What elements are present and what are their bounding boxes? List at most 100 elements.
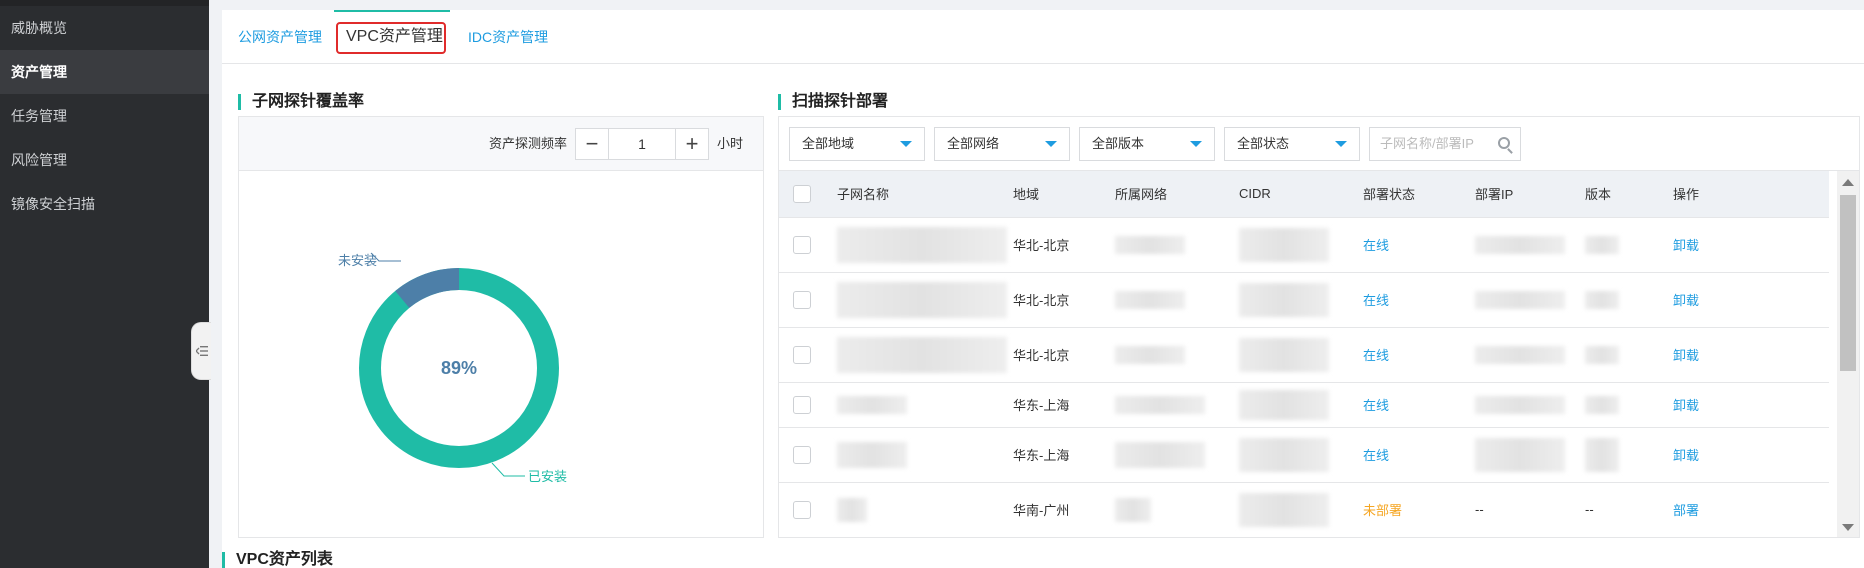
redacted-version bbox=[1585, 290, 1619, 309]
select-all-checkbox[interactable] bbox=[793, 184, 811, 203]
status-filter[interactable]: 全部状态 bbox=[1224, 127, 1360, 161]
row-status: 在线 bbox=[1363, 426, 1475, 482]
coverage-section-title: 子网探针覆盖率 bbox=[238, 92, 364, 112]
main-panel: 公网资产管理 VPC资产管理 IDC资产管理 子网探针覆盖率 扫描探针部署 资产… bbox=[222, 10, 1864, 568]
installed-leader-line bbox=[491, 462, 525, 477]
sidebar-item-asset-management[interactable]: 资产管理 bbox=[0, 50, 209, 94]
redacted-ip bbox=[1475, 235, 1565, 254]
chevron-down-icon bbox=[900, 141, 912, 147]
tab-idc-assets[interactable]: IDC资产管理 bbox=[468, 10, 548, 64]
sidebar: 威胁概览 资产管理 任务管理 风险管理 镜像安全扫描 bbox=[0, 0, 209, 568]
collapse-icon bbox=[195, 346, 208, 356]
row-action-link[interactable]: 卸载 bbox=[1673, 326, 1829, 382]
redacted-network bbox=[1115, 395, 1205, 414]
not-installed-label: 未安装 bbox=[338, 253, 377, 268]
scroll-up-icon[interactable] bbox=[1842, 179, 1854, 186]
search-input[interactable]: 子网名称/部署IP bbox=[1369, 127, 1521, 161]
search-icon[interactable] bbox=[1498, 137, 1510, 149]
table-row: 华北-北京 在线 卸载 bbox=[779, 271, 1829, 327]
version-filter-value: 全部版本 bbox=[1092, 136, 1145, 151]
redacted-ip bbox=[1475, 345, 1565, 364]
scroll-down-icon[interactable] bbox=[1842, 524, 1854, 531]
network-filter-value: 全部网络 bbox=[947, 136, 1000, 151]
row-action-link[interactable]: 卸载 bbox=[1673, 271, 1829, 327]
sidebar-item-task-management[interactable]: 任务管理 bbox=[0, 94, 209, 138]
redacted-subnet-name bbox=[837, 281, 1007, 318]
redacted-version bbox=[1585, 235, 1619, 254]
region-filter[interactable]: 全部地域 bbox=[789, 127, 925, 161]
redacted-version bbox=[1585, 395, 1619, 414]
sidebar-item-image-scan[interactable]: 镜像安全扫描 bbox=[0, 182, 209, 226]
col-cidr: CIDR bbox=[1239, 171, 1363, 217]
row-status: 在线 bbox=[1363, 381, 1475, 427]
row-status: 在线 bbox=[1363, 271, 1475, 327]
redacted-network bbox=[1115, 235, 1185, 254]
redacted-ip bbox=[1475, 437, 1565, 472]
redacted-network bbox=[1115, 441, 1205, 468]
sidebar-collapse-handle[interactable] bbox=[191, 322, 211, 380]
row-action-link[interactable]: 卸载 bbox=[1673, 381, 1829, 427]
redacted-version bbox=[1585, 437, 1619, 472]
redacted-ip bbox=[1475, 290, 1565, 309]
row-deploy-ip: -- bbox=[1475, 481, 1585, 537]
row-region: 华东-上海 bbox=[1013, 426, 1115, 482]
row-checkbox[interactable] bbox=[793, 395, 811, 414]
redacted-ip bbox=[1475, 395, 1565, 414]
redacted-cidr bbox=[1239, 389, 1329, 420]
decrement-button[interactable]: − bbox=[576, 129, 609, 159]
redacted-cidr bbox=[1239, 282, 1329, 317]
deploy-panel: 全部地域 全部网络 全部版本 全部状态 子网名称/部署IP 子网名称 地域 所属… bbox=[778, 116, 1860, 538]
tab-vpc-assets[interactable]: VPC资产管理 bbox=[346, 10, 443, 64]
redacted-version bbox=[1585, 345, 1619, 364]
redacted-network bbox=[1115, 497, 1151, 522]
row-checkbox[interactable] bbox=[793, 445, 811, 464]
chevron-down-icon bbox=[1190, 141, 1202, 147]
status-filter-value: 全部状态 bbox=[1237, 136, 1290, 151]
sidebar-item-threat-overview[interactable]: 威胁概览 bbox=[0, 6, 209, 50]
redacted-network bbox=[1115, 345, 1185, 364]
frequency-stepper: − + bbox=[575, 128, 709, 160]
table-scrollbar[interactable] bbox=[1837, 171, 1859, 537]
row-region: 华南-广州 bbox=[1013, 481, 1115, 537]
sidebar-item-risk-management[interactable]: 风险管理 bbox=[0, 138, 209, 182]
row-checkbox[interactable] bbox=[793, 500, 811, 519]
col-region: 地域 bbox=[1013, 171, 1115, 217]
deploy-table: 子网名称 地域 所属网络 CIDR 部署状态 部署IP 版本 操作 华北-北京 bbox=[779, 171, 1829, 537]
tab-public-assets[interactable]: 公网资产管理 bbox=[238, 10, 322, 64]
row-status: 在线 bbox=[1363, 216, 1475, 272]
deploy-section-title: 扫描探针部署 bbox=[778, 92, 888, 112]
network-filter[interactable]: 全部网络 bbox=[934, 127, 1070, 161]
row-region: 华北-北京 bbox=[1013, 271, 1115, 327]
filter-bar: 全部地域 全部网络 全部版本 全部状态 子网名称/部署IP bbox=[779, 117, 1859, 171]
search-placeholder: 子网名称/部署IP bbox=[1380, 136, 1474, 151]
row-version: -- bbox=[1585, 481, 1673, 537]
installed-label: 已安装 bbox=[528, 469, 567, 484]
table-header-row: 子网名称 地域 所属网络 CIDR 部署状态 部署IP 版本 操作 bbox=[779, 171, 1829, 217]
row-action-link[interactable]: 卸载 bbox=[1673, 216, 1829, 272]
row-checkbox[interactable] bbox=[793, 235, 811, 254]
row-checkbox[interactable] bbox=[793, 290, 811, 309]
version-filter[interactable]: 全部版本 bbox=[1079, 127, 1215, 161]
frequency-input[interactable] bbox=[609, 129, 675, 159]
coverage-panel: 资产探测频率 − + 小时 89% 未安装 已安装 bbox=[238, 116, 764, 538]
chevron-down-icon bbox=[1335, 141, 1347, 147]
row-checkbox[interactable] bbox=[793, 345, 811, 364]
table-row: 华东-上海 在线 卸载 bbox=[779, 381, 1829, 427]
increment-button[interactable]: + bbox=[675, 129, 708, 159]
col-deploy-status: 部署状态 bbox=[1363, 171, 1475, 217]
tab-bar: 公网资产管理 VPC资产管理 IDC资产管理 bbox=[222, 10, 1864, 64]
redacted-cidr bbox=[1239, 227, 1329, 262]
table-row: 华南-广州 未部署 -- -- 部署 bbox=[779, 481, 1829, 537]
scrollbar-thumb[interactable] bbox=[1840, 195, 1856, 371]
col-network: 所属网络 bbox=[1115, 171, 1239, 217]
redacted-subnet-name bbox=[837, 497, 867, 522]
table-row: 华北-北京 在线 卸载 bbox=[779, 326, 1829, 382]
row-action-link[interactable]: 卸载 bbox=[1673, 426, 1829, 482]
redacted-network bbox=[1115, 290, 1185, 309]
coverage-panel-header: 资产探测频率 − + 小时 bbox=[239, 117, 763, 171]
redacted-cidr bbox=[1239, 437, 1329, 472]
row-action-link[interactable]: 部署 bbox=[1673, 481, 1829, 537]
redacted-subnet-name bbox=[837, 441, 907, 468]
row-region: 华北-北京 bbox=[1013, 216, 1115, 272]
coverage-percent: 89% bbox=[441, 358, 477, 378]
